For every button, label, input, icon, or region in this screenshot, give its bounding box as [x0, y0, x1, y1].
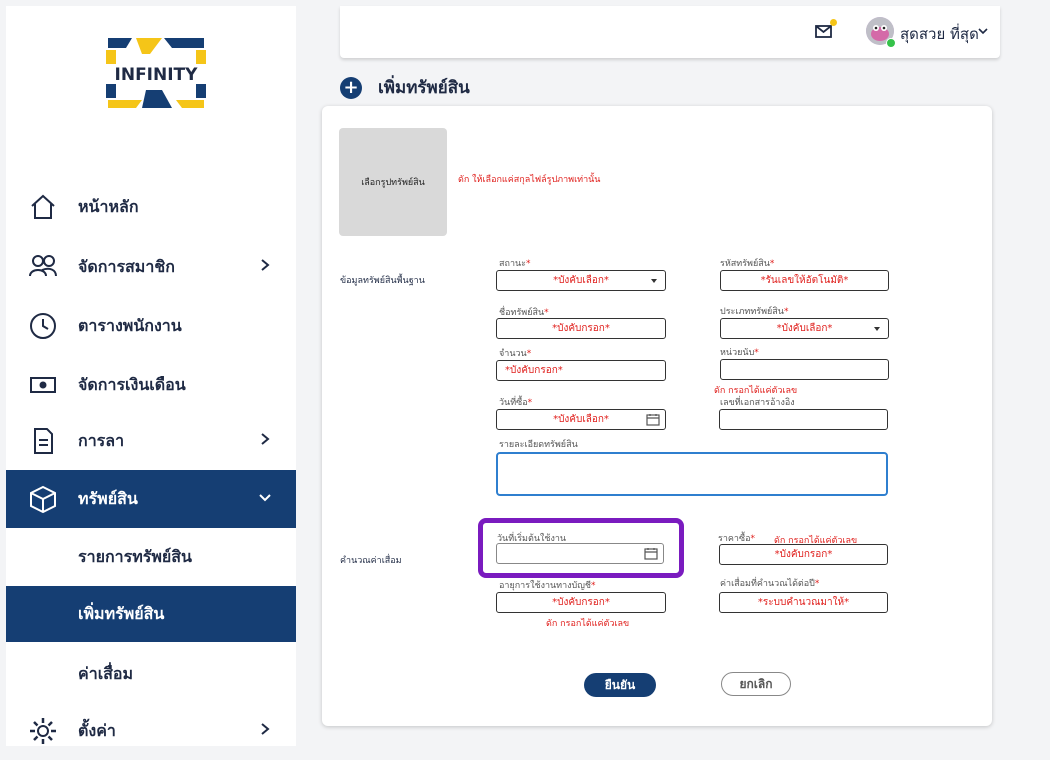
asset-name-input[interactable]: *บังคับกรอก* — [496, 318, 666, 339]
status-select[interactable]: *บังคับเลือก* — [496, 270, 666, 291]
annual-depreciation-field: *ระบบคำนวณมาให้* — [719, 592, 888, 613]
asset-type-select[interactable]: *บังคับเลือก* — [720, 318, 889, 339]
sidebar-subitem-label: เพิ่มทรัพย์สิน — [78, 603, 165, 623]
sidebar-item-label: ตั้งค่า — [78, 720, 116, 740]
sidebar-subitem-depreciation[interactable]: ค่าเสื่อม — [6, 646, 296, 702]
chevron-down-icon[interactable] — [978, 26, 988, 36]
document-icon — [34, 428, 53, 454]
box-icon — [30, 485, 56, 514]
cancel-button[interactable]: ยกเลิก — [721, 672, 791, 696]
sidebar-item-label: จัดการสมาชิก — [78, 256, 175, 276]
status-label: สถานะ* — [499, 259, 531, 269]
useful-life-error: ดัก กรอกได้แค่ตัวเลข — [546, 619, 630, 629]
chevron-right-icon — [261, 433, 270, 445]
page-title: เพิ่มทรัพย์สิน — [378, 78, 470, 98]
infinity-logo: INFINITY — [106, 38, 206, 108]
asset-type-label: ประเภททรัพย์สิน* — [720, 307, 789, 317]
price-value: *บังคับกรอก* — [774, 549, 833, 560]
calendar-icon[interactable] — [646, 413, 660, 426]
sidebar-item-leave[interactable]: การลา — [6, 412, 296, 470]
chevron-right-icon — [261, 723, 270, 735]
start-date-picker[interactable] — [496, 543, 664, 564]
sidebar-item-label: จัดการเงินเดือน — [78, 374, 186, 394]
confirm-button[interactable]: ยืนยัน — [584, 673, 656, 697]
sidebar-subitem-add-asset[interactable]: เพิ่มทรัพย์สิน — [6, 586, 296, 642]
annual-depreciation-value: *ระบบคำนวณมาให้* — [757, 597, 850, 608]
calendar-icon[interactable] — [644, 547, 658, 560]
purchase-date-picker[interactable]: *บังคับเลือก* — [496, 409, 666, 430]
description-textarea[interactable] — [496, 452, 888, 496]
online-status-dot — [886, 38, 896, 48]
user-name[interactable]: สุดสวย ที่สุด — [900, 22, 979, 46]
unit-label: หน่วยนับ* — [720, 348, 759, 358]
purchase-date-label: วันที่ซื้อ* — [499, 398, 533, 408]
section-basic-info: ข้อมูลทรัพย์สินพื้นฐาน — [340, 276, 425, 286]
section-depreciation: คำนวณค่าเสื่อม — [340, 556, 402, 566]
gear-icon — [30, 718, 56, 744]
reference-doc-label: เลขที่เอกสารอ้างอิง — [720, 398, 795, 408]
asset-code-value: *รันเลขให้อัตโนมัติ* — [760, 275, 849, 286]
sidebar-subitem-label: ค่าเสื่อม — [78, 663, 134, 683]
asset-name-label: ชื่อทรัพย์สิน* — [499, 308, 549, 318]
image-hint: ดัก ให้เลือกแค่สกุลไฟล์รูปภาพเท่านั้น — [458, 175, 601, 185]
price-label: ราคาซื้อ* — [718, 534, 755, 544]
asset-type-value: *บังคับเลือก* — [776, 323, 833, 334]
asset-code-label: รหัสทรัพย์สิน* — [720, 259, 775, 269]
useful-life-label: อายุการใช้งานทางบัญชี* — [499, 581, 596, 591]
sidebar-item-home[interactable]: หน้าหลัก — [6, 178, 296, 236]
sidebar-item-label: การลา — [78, 430, 125, 450]
status-value: *บังคับเลือก* — [553, 275, 609, 286]
choose-image-button[interactable]: เลือกรูปทรัพย์สิน — [339, 128, 447, 236]
useful-life-input[interactable]: *บังคับกรอก* — [496, 592, 666, 613]
logo-text: INFINITY — [115, 65, 199, 85]
top-bar: สุดสวย ที่สุด — [340, 6, 1000, 58]
sidebar-item-salary[interactable]: จัดการเงินเดือน — [6, 356, 296, 414]
quantity-label: จำนวน* — [499, 349, 532, 359]
sidebar-item-members[interactable]: จัดการสมาชิก — [6, 238, 296, 296]
reference-doc-input[interactable] — [719, 409, 888, 430]
quantity-value: *บังคับกรอก* — [505, 365, 563, 376]
add-asset-form-card: เลือกรูปทรัพย์สิน ดัก ให้เลือกแค่สกุลไฟล… — [322, 106, 992, 726]
sidebar-item-assets[interactable]: ทรัพย์สิน — [6, 470, 296, 528]
sidebar-subitem-asset-list[interactable]: รายการทรัพย์สิน — [6, 529, 296, 585]
annual-depreciation-label: ค่าเสื่อมที่คำนวณได้ต่อปี* — [720, 579, 820, 589]
sidebar-item-schedule[interactable]: ตารางพนักงาน — [6, 297, 296, 355]
plus-circle-icon: + — [340, 76, 362, 99]
sidebar-item-label: หน้าหลัก — [78, 196, 139, 216]
sidebar-item-settings[interactable]: ตั้งค่า — [6, 702, 296, 760]
home-icon — [31, 194, 55, 219]
asset-name-value: *บังคับกรอก* — [552, 323, 610, 334]
purchase-date-value: *บังคับเลือก* — [553, 414, 609, 425]
sidebar: INFINITY หน้าหลัก จัดการสมาชิก ตารางพนัก… — [6, 6, 296, 746]
description-label: รายละเอียดทรัพย์สิน — [499, 440, 578, 450]
unit-input[interactable] — [720, 359, 889, 380]
money-icon — [30, 377, 56, 393]
chevron-right-icon — [261, 259, 270, 271]
caret-down-icon — [874, 327, 880, 331]
users-icon — [29, 255, 57, 277]
caret-down-icon — [651, 279, 657, 283]
chevron-down-icon — [259, 494, 271, 502]
notification-dot — [830, 19, 837, 26]
sidebar-item-label: ทรัพย์สิน — [78, 488, 138, 508]
clock-icon — [30, 313, 56, 339]
choose-image-label: เลือกรูปทรัพย์สิน — [361, 178, 425, 188]
asset-code-field[interactable]: *รันเลขให้อัตโนมัติ* — [720, 270, 889, 291]
sidebar-item-label: ตารางพนักงาน — [78, 315, 182, 335]
useful-life-value: *บังคับกรอก* — [552, 597, 610, 608]
quantity-input[interactable]: *บังคับกรอก* — [496, 360, 666, 381]
sidebar-subitem-label: รายการทรัพย์สิน — [78, 546, 192, 566]
price-input[interactable]: *บังคับกรอก* — [719, 544, 888, 565]
page-heading: + เพิ่มทรัพย์สิน — [340, 74, 470, 101]
